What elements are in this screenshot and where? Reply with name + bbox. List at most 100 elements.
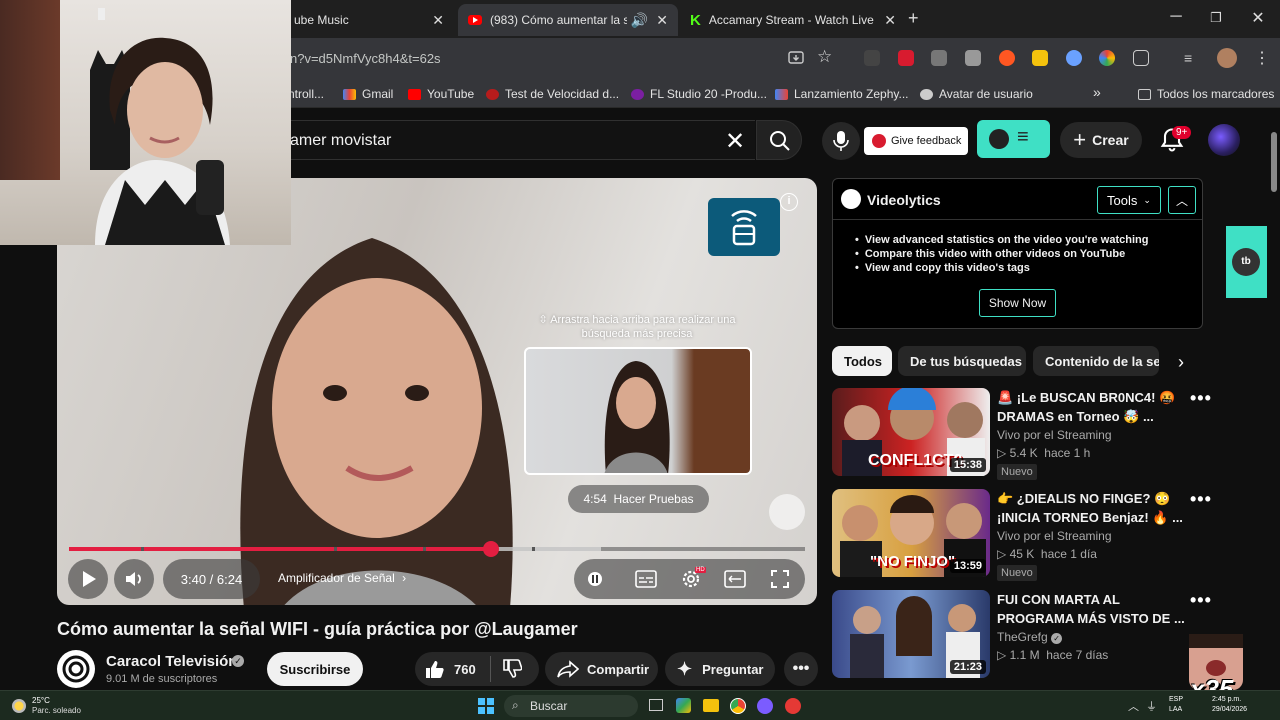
info-icon[interactable]: i (780, 193, 798, 211)
bookmark-avatar[interactable]: Avatar de usuario (920, 87, 1033, 101)
thumbs-down-icon[interactable] (502, 659, 522, 679)
tab-youtube-music[interactable]: ube Music ✕ (284, 4, 454, 36)
bookmark-youtube[interactable]: YouTube (408, 87, 474, 101)
keyboard-layout-label[interactable]: LAA (1169, 706, 1182, 713)
recommended-video[interactable]: CONFL1CT0 15:38 🚨 ¡Le BUSCAN BR0NC4! 🤬 DR… (832, 388, 1232, 480)
scrubber-handle[interactable] (483, 541, 499, 557)
media-control-icon[interactable]: ≡ (1184, 50, 1200, 66)
extension-g-icon[interactable] (1066, 50, 1082, 66)
scrollbar-thumb[interactable] (1271, 132, 1277, 192)
page-scrollbar[interactable] (1270, 112, 1278, 690)
rec-channel[interactable]: Vivo por el Streaming (997, 529, 1112, 543)
chrome-icon[interactable] (730, 698, 746, 714)
rec-channel-row[interactable]: TheGrefg ✓ (997, 630, 1063, 644)
close-tab-icon[interactable]: ✕ (656, 12, 668, 29)
weather-sun-icon[interactable] (12, 699, 26, 713)
channel-name[interactable]: Caracol Televisión (106, 653, 237, 670)
ask-button[interactable]: ✦ Preguntar (665, 652, 775, 686)
chips-next-arrow-icon[interactable]: › (1178, 352, 1184, 373)
tubebuddy-side-tab[interactable]: tb (1226, 226, 1267, 298)
search-input[interactable]: amer movistar ✕ (290, 120, 755, 160)
new-tab-button[interactable]: + (908, 8, 919, 29)
video-thumbnail[interactable]: "NO FINJO" 13:59 (832, 489, 990, 577)
bookmarks-overflow-button[interactable]: » (1093, 84, 1101, 100)
profile-avatar-icon[interactable] (1217, 48, 1237, 68)
kebab-menu-icon[interactable]: ⋮ (1254, 48, 1270, 68)
bookmark-zephy[interactable]: Lanzamiento Zephy... (775, 87, 909, 101)
tubebuddy-menu-button[interactable]: ≡ (977, 120, 1050, 158)
extension-dollar-icon[interactable] (1032, 50, 1048, 66)
eye-icon[interactable] (769, 494, 805, 530)
close-tab-icon[interactable]: ✕ (432, 12, 444, 29)
extension-glasses-icon[interactable] (864, 50, 880, 66)
extension-colorful-icon[interactable] (1099, 50, 1115, 66)
chip-all[interactable]: Todos (832, 346, 892, 376)
extension-tubebuddy-icon[interactable] (898, 50, 914, 66)
clear-search-icon[interactable]: ✕ (725, 127, 745, 156)
widgets-icon[interactable] (676, 698, 691, 713)
task-view-icon[interactable] (649, 699, 663, 711)
install-app-icon[interactable] (788, 50, 804, 66)
discord-icon[interactable] (757, 698, 773, 714)
chip-series-content[interactable]: Contenido de la ser (1033, 346, 1159, 376)
rec-more-icon[interactable]: ••• (1190, 388, 1212, 409)
app-icon[interactable] (785, 698, 801, 714)
chip-from-searches[interactable]: De tus búsquedas (898, 346, 1026, 376)
extensions-puzzle-icon[interactable] (1133, 50, 1149, 66)
theater-mode-icon[interactable] (724, 570, 746, 588)
rec-more-icon[interactable]: ••• (1190, 590, 1212, 611)
bookmark-flstudio[interactable]: FL Studio 20 -Produ... (631, 87, 767, 101)
show-now-button[interactable]: Show Now (979, 289, 1056, 317)
like-button[interactable]: 760 (424, 659, 476, 679)
create-button[interactable]: + Crear (1060, 122, 1142, 158)
bookmark-item[interactable]: ntroll... (288, 87, 324, 101)
extension-gallery-icon[interactable] (931, 50, 947, 66)
restore-icon[interactable]: ❐ (1206, 10, 1226, 26)
extension-k-icon[interactable] (965, 50, 981, 66)
rec-channel[interactable]: Vivo por el Streaming (997, 428, 1112, 442)
speaker-icon[interactable]: 🔊 (631, 12, 648, 29)
voice-search-button[interactable] (822, 122, 860, 160)
tools-dropdown[interactable]: Tools ⌄ (1097, 186, 1161, 214)
rec-more-icon[interactable]: ••• (1190, 489, 1212, 510)
clock-date[interactable]: 29/04/2026 (1212, 706, 1247, 713)
recommended-video[interactable]: 21:23 FUI CON MARTA AL PROGRAMA MÁS VISTO… (832, 590, 1232, 682)
play-button[interactable] (68, 559, 108, 599)
all-bookmarks-button[interactable]: Todos los marcadores (1138, 87, 1274, 101)
chapter-title-button[interactable]: Amplificador de Señal › (278, 571, 406, 585)
file-explorer-icon[interactable] (703, 699, 719, 712)
language-label[interactable]: ESP (1169, 696, 1183, 703)
collapse-button[interactable]: ︿ (1168, 186, 1196, 214)
more-actions-button[interactable]: ••• (784, 652, 818, 686)
tray-app-icon[interactable]: ⏚ (1146, 698, 1157, 714)
subscribe-button[interactable]: Suscribirse (267, 652, 363, 686)
bookmark-gmail[interactable]: Gmail (343, 87, 393, 101)
search-button[interactable] (756, 120, 802, 160)
fullscreen-icon[interactable] (770, 569, 790, 589)
video-thumbnail[interactable]: 21:23 (832, 590, 990, 678)
bookmark-speedtest[interactable]: Test de Velocidad d... (486, 87, 619, 101)
rec-views: 45 K (1009, 547, 1035, 561)
close-window-icon[interactable]: ✕ (1248, 8, 1268, 28)
tab-current-video[interactable]: (983) Cómo aumentar la señ 🔊 ✕ (458, 4, 678, 36)
minimize-icon[interactable]: ─ (1166, 8, 1186, 26)
account-avatar[interactable] (1208, 124, 1240, 156)
url-field[interactable]: n?v=d5NmfVyc8h4&t=62s (290, 51, 441, 66)
recommended-video[interactable]: "NO FINJO" 13:59 👉 ¿DIEALIS NO FINGE? 😳 ¡… (832, 489, 1232, 581)
taskbar-search[interactable]: ⌕ Buscar (504, 695, 638, 717)
extension-fire-icon[interactable] (999, 50, 1015, 66)
video-thumbnail[interactable]: CONFL1CT0 15:38 (832, 388, 990, 476)
tab-accamary-stream[interactable]: K Accamary Stream - Watch Live c ✕ (680, 4, 906, 36)
autoplay-pause-icon[interactable] (587, 571, 603, 587)
share-button[interactable]: Compartir (545, 652, 658, 686)
close-tab-icon[interactable]: ✕ (884, 12, 896, 29)
tray-chevron-icon[interactable]: ︿ (1128, 698, 1139, 714)
subtitles-icon[interactable] (635, 570, 657, 588)
windows-start-icon[interactable] (478, 698, 494, 714)
mute-button[interactable] (114, 559, 154, 599)
clock-time[interactable]: 2:45 p.m. (1212, 696, 1241, 703)
bookmark-star-icon[interactable]: ☆ (817, 47, 832, 67)
progress-bar[interactable] (69, 545, 805, 553)
give-feedback-button[interactable]: Give feedback (864, 127, 968, 155)
channel-avatar[interactable] (57, 650, 95, 688)
